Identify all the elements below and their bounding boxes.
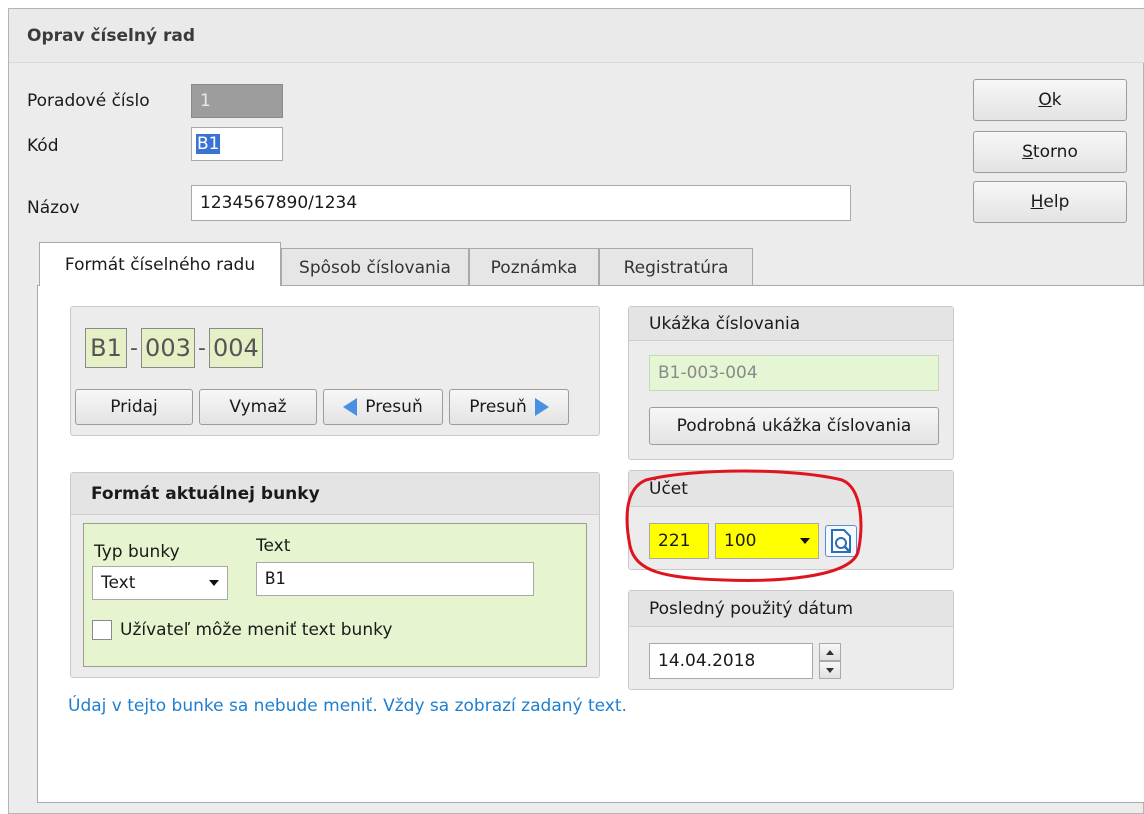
dialog-window: Oprav číselný rad Poradové číslo 1 Kód B… — [8, 8, 1144, 814]
kod-label: Kód — [27, 136, 59, 156]
tab-panel: B1 - 003 - 004 Pridaj Vymaž Presuň Presu… — [37, 285, 1144, 803]
separator-1: - — [130, 335, 138, 361]
ok-accelerator: O — [1038, 90, 1052, 110]
search-document-icon — [831, 529, 851, 553]
presun-right-label: Presuň — [469, 397, 527, 417]
user-can-change-checkbox[interactable] — [92, 620, 112, 640]
account-analytic-select[interactable]: 100 — [715, 523, 819, 559]
nazov-label: Názov — [27, 198, 80, 218]
typ-bunky-value: Text — [101, 573, 136, 593]
format-cell-3[interactable]: 004 — [208, 328, 263, 368]
preview-heading: Ukážka číslovania — [629, 307, 953, 341]
text-input[interactable]: B1 — [256, 562, 534, 596]
tab-registratura[interactable]: Registratúra — [599, 248, 753, 286]
detail-preview-button[interactable]: Podrobná ukážka číslovania — [649, 407, 939, 445]
account-group: Účet 221 100 — [628, 470, 954, 570]
cell-format-heading: Formát aktuálnej bunky — [71, 473, 599, 515]
cell-format-inner: Typ bunky Text Text B1 Užívateľ môže men… — [83, 523, 587, 667]
cell-format-group: Formát aktuálnej bunky Typ bunky Text Te… — [70, 472, 600, 678]
tab-sposob-cislovania[interactable]: Spôsob číslovania — [281, 248, 469, 286]
title-bar[interactable]: Oprav číselný rad — [9, 9, 1144, 63]
presun-right-button[interactable]: Presuň — [449, 389, 569, 425]
spin-up-icon — [826, 649, 834, 655]
chevron-down-icon — [209, 580, 219, 586]
last-date-heading: Posledný použitý dátum — [629, 591, 953, 627]
tab-format-ciselneho-radu[interactable]: Formát číselného radu — [39, 242, 281, 286]
cell-hint-text: Údaj v tejto bunke sa nebude meniť. Vždy… — [68, 696, 627, 716]
last-date-group: Posledný použitý dátum 14.04.2018 — [628, 590, 954, 690]
dialog-title: Oprav číselný rad — [27, 26, 195, 46]
format-display-group: B1 - 003 - 004 Pridaj Vymaž Presuň Presu… — [70, 306, 600, 436]
format-cells: B1 - 003 - 004 — [85, 327, 263, 369]
account-analytic-value: 100 — [724, 531, 757, 551]
chevron-down-icon — [800, 538, 810, 544]
help-button[interactable]: Help — [973, 181, 1127, 223]
poradove-cislo-label: Poradové číslo — [27, 91, 150, 111]
kod-field[interactable]: B1 — [191, 127, 283, 161]
text-label: Text — [256, 536, 291, 556]
poradove-cislo-field: 1 — [191, 84, 283, 118]
account-heading: Účet — [629, 471, 953, 507]
storno-label: torno — [1032, 142, 1078, 162]
kod-selected-text: B1 — [196, 134, 221, 154]
vymaz-button[interactable]: Vymaž — [199, 389, 317, 425]
account-lookup-button[interactable] — [825, 525, 857, 557]
pridaj-button[interactable]: Pridaj — [75, 389, 193, 425]
account-main-field[interactable]: 221 — [649, 523, 709, 559]
user-can-change-checkbox-row[interactable]: Užívateľ môže meniť text bunky — [92, 620, 392, 640]
preview-value: B1-003-004 — [649, 355, 939, 391]
typ-bunky-label: Typ bunky — [94, 542, 180, 562]
format-cell-2[interactable]: 003 — [140, 328, 195, 368]
arrow-left-icon — [343, 398, 358, 416]
presun-left-button[interactable]: Presuň — [323, 389, 443, 425]
help-label: elp — [1043, 192, 1070, 212]
separator-2: - — [197, 335, 206, 361]
tab-poznamka[interactable]: Poznámka — [469, 248, 599, 286]
last-date-field[interactable]: 14.04.2018 — [649, 643, 813, 679]
storno-button[interactable]: Storno — [973, 131, 1127, 173]
arrow-right-icon — [534, 398, 549, 416]
preview-group: Ukážka číslovania B1-003-004 Podrobná uk… — [628, 306, 954, 460]
storno-accelerator: S — [1022, 142, 1033, 162]
user-can-change-label: Užívateľ môže meniť text bunky — [120, 620, 393, 640]
typ-bunky-select[interactable]: Text — [92, 566, 228, 600]
format-cell-1[interactable]: B1 — [85, 328, 127, 368]
presun-left-label: Presuň — [365, 397, 423, 417]
ok-label: k — [1051, 90, 1062, 110]
nazov-field[interactable]: 1234567890/1234 — [191, 185, 851, 221]
help-accelerator: H — [1030, 192, 1044, 212]
date-spin-up-button[interactable] — [819, 643, 841, 661]
date-spin-down-button[interactable] — [819, 661, 841, 679]
spin-down-icon — [826, 667, 834, 673]
ok-button[interactable]: Ok — [973, 79, 1127, 121]
